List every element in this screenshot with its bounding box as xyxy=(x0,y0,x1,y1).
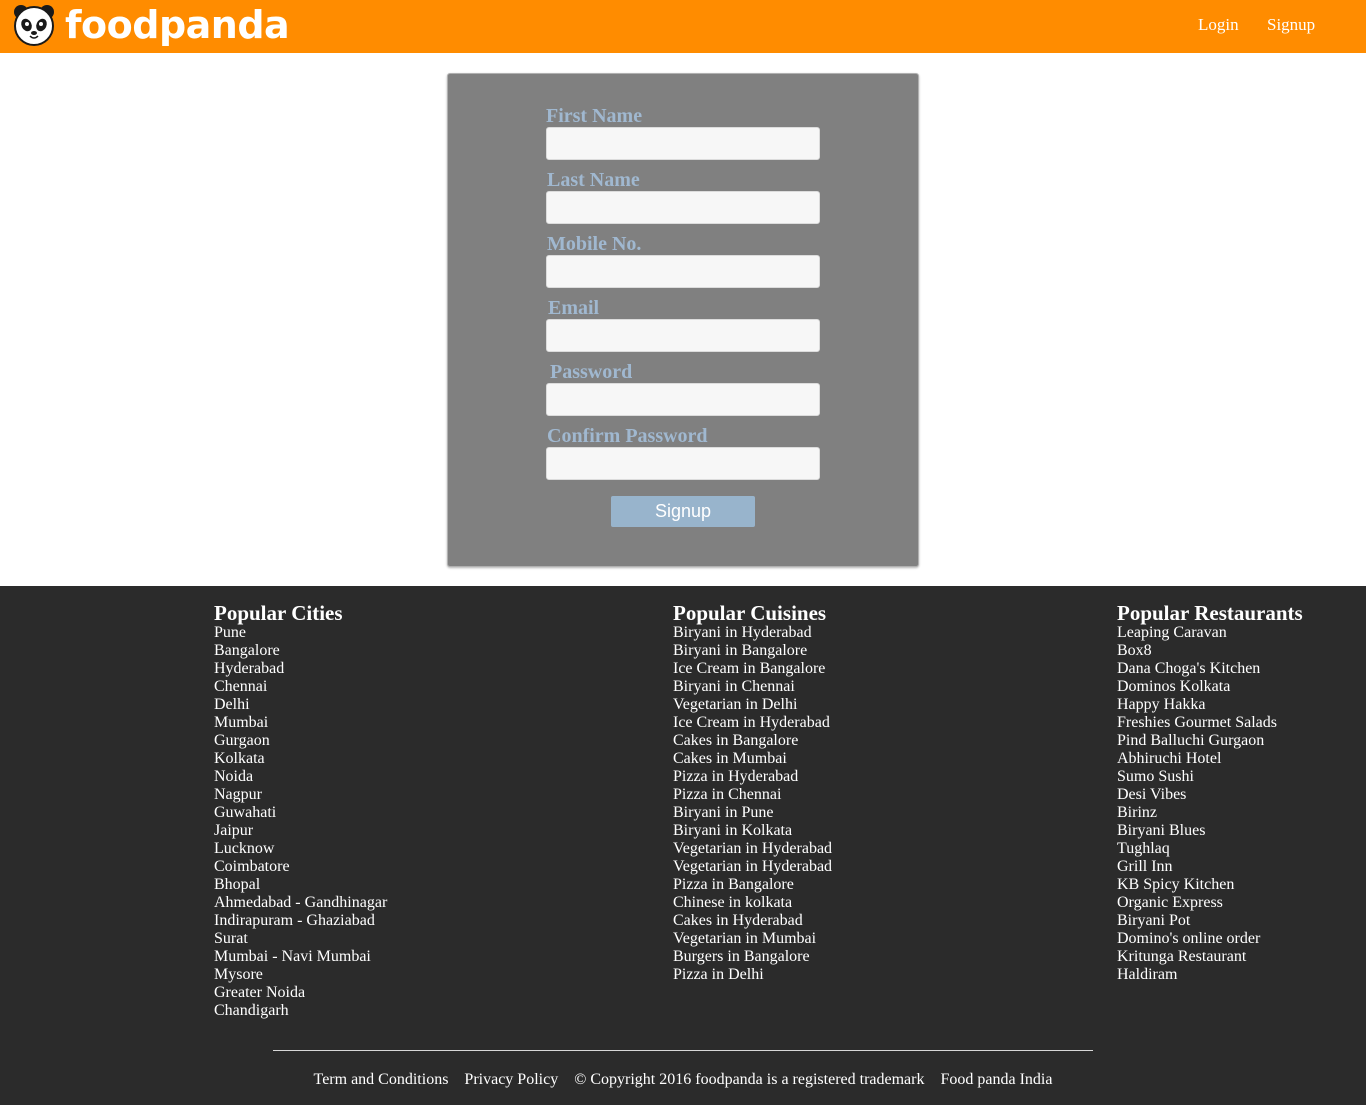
popular-cities-heading: Popular Cities xyxy=(214,601,343,625)
restaurant-link[interactable]: Freshies Gourmet Salads xyxy=(1117,714,1303,732)
restaurant-link[interactable]: Haldiram xyxy=(1117,966,1303,984)
city-link[interactable]: Bhopal xyxy=(214,876,387,894)
footer-divider xyxy=(273,1050,1093,1051)
foodpanda-india-link[interactable]: Food panda India xyxy=(940,1071,1052,1088)
cuisine-link[interactable]: Ice Cream in Bangalore xyxy=(673,660,832,678)
cuisine-link[interactable]: Pizza in Bangalore xyxy=(673,876,832,894)
city-link[interactable]: Mumbai - Navi Mumbai xyxy=(214,948,387,966)
cuisine-link[interactable]: Biryani in Hyderabad xyxy=(673,624,832,642)
footer-bottom-links: Term and Conditions Privacy Policy © Cop… xyxy=(0,1071,1366,1089)
cuisine-link[interactable]: Ice Cream in Hyderabad xyxy=(673,714,832,732)
footer: Popular Cities Pune Bangalore Hyderabad Che… xyxy=(0,586,1366,1105)
mobile-input[interactable] xyxy=(546,255,820,288)
city-link[interactable]: Surat xyxy=(214,930,387,948)
cuisine-link[interactable]: Pizza in Hyderabad xyxy=(673,768,832,786)
brand-name: foodpanda xyxy=(65,3,290,47)
restaurant-link[interactable]: Happy Hakka xyxy=(1117,696,1303,714)
confirm-password-input[interactable] xyxy=(546,447,820,480)
city-link[interactable]: Coimbatore xyxy=(214,858,387,876)
cuisine-link[interactable]: Pizza in Chennai xyxy=(673,786,832,804)
cuisine-link[interactable]: Biryani in Pune xyxy=(673,804,832,822)
popular-restaurants-section: Popular Restaurants Leaping Caravan Box8 D… xyxy=(1117,602,1303,984)
cuisine-link[interactable]: Vegetarian in Hyderabad xyxy=(673,858,832,876)
restaurant-link[interactable]: Dominos Kolkata xyxy=(1117,678,1303,696)
cuisine-link[interactable]: Burgers in Bangalore xyxy=(673,948,832,966)
restaurant-link[interactable]: Domino's online order xyxy=(1117,930,1303,948)
restaurant-link[interactable]: Kritunga Restaurant xyxy=(1117,948,1303,966)
copyright-text: © Copyright 2016 foodpanda is a register… xyxy=(574,1071,925,1088)
city-link[interactable]: Greater Noida xyxy=(214,984,387,1002)
cuisine-link[interactable]: Cakes in Bangalore xyxy=(673,732,832,750)
first-name-input[interactable] xyxy=(546,127,820,160)
signup-form: First Name Last Name Mobile No. Email Pa… xyxy=(447,73,919,567)
city-link[interactable]: Chandigarh xyxy=(214,1002,387,1020)
restaurant-link[interactable]: Pind Balluchi Gurgaon xyxy=(1117,732,1303,750)
cuisine-link[interactable]: Pizza in Delhi xyxy=(673,966,832,984)
email-input[interactable] xyxy=(546,319,820,352)
restaurant-link[interactable]: Biryani Pot xyxy=(1117,912,1303,930)
cuisine-link[interactable]: Cakes in Hyderabad xyxy=(673,912,832,930)
popular-cities-list: Pune Bangalore Hyderabad Chennai Delhi Mumbai… xyxy=(214,624,387,1020)
city-link[interactable]: Ahmedabad - Gandhinagar xyxy=(214,894,387,912)
popular-cuisines-section: Popular Cuisines Biryani in Hyderabad Bir… xyxy=(673,602,832,984)
popular-cuisines-list: Biryani in Hyderabad Biryani in Bangalore… xyxy=(673,624,832,984)
restaurant-link[interactable]: Dana Choga's Kitchen xyxy=(1117,660,1303,678)
cuisine-link[interactable]: Vegetarian in Delhi xyxy=(673,696,832,714)
popular-cuisines-heading: Popular Cuisines xyxy=(673,601,827,625)
restaurant-link[interactable]: Grill Inn xyxy=(1117,858,1303,876)
city-link[interactable]: Noida xyxy=(214,768,387,786)
restaurant-link[interactable]: Tughlaq xyxy=(1117,840,1303,858)
login-link[interactable]: Login xyxy=(1198,15,1239,35)
restaurant-link[interactable]: Box8 xyxy=(1117,642,1303,660)
city-link[interactable]: Bangalore xyxy=(214,642,387,660)
password-label: Password xyxy=(550,361,633,383)
brand-logo[interactable]: foodpanda xyxy=(12,2,290,48)
cuisine-link[interactable]: Biryani in Chennai xyxy=(673,678,832,696)
restaurant-link[interactable]: Abhiruchi Hotel xyxy=(1117,750,1303,768)
popular-restaurants-heading: Popular Restaurants xyxy=(1117,601,1303,625)
signup-link[interactable]: Signup xyxy=(1267,15,1315,35)
first-name-label: First Name xyxy=(546,105,643,127)
cuisine-link[interactable]: Cakes in Mumbai xyxy=(673,750,832,768)
city-link[interactable]: Jaipur xyxy=(214,822,387,840)
city-link[interactable]: Mysore xyxy=(214,966,387,984)
restaurant-link[interactable]: Leaping Caravan xyxy=(1117,624,1303,642)
restaurant-link[interactable]: Organic Express xyxy=(1117,894,1303,912)
cuisine-link[interactable]: Biryani in Kolkata xyxy=(673,822,832,840)
city-link[interactable]: Gurgaon xyxy=(214,732,387,750)
city-link[interactable]: Nagpur xyxy=(214,786,387,804)
last-name-label: Last Name xyxy=(547,169,640,191)
city-link[interactable]: Delhi xyxy=(214,696,387,714)
city-link[interactable]: Hyderabad xyxy=(214,660,387,678)
cuisine-link[interactable]: Vegetarian in Mumbai xyxy=(673,930,832,948)
cuisine-link[interactable]: Vegetarian in Hyderabad xyxy=(673,840,832,858)
city-link[interactable]: Lucknow xyxy=(214,840,387,858)
city-link[interactable]: Pune xyxy=(214,624,387,642)
mobile-label: Mobile No. xyxy=(547,233,642,255)
last-name-input[interactable] xyxy=(546,191,820,224)
popular-cities-section: Popular Cities Pune Bangalore Hyderabad Che… xyxy=(214,602,387,1020)
city-link[interactable]: Mumbai xyxy=(214,714,387,732)
restaurant-link[interactable]: KB Spicy Kitchen xyxy=(1117,876,1303,894)
restaurant-link[interactable]: Biryani Blues xyxy=(1117,822,1303,840)
restaurant-link[interactable]: Sumo Sushi xyxy=(1117,768,1303,786)
confirm-password-label: Confirm Password xyxy=(547,425,708,447)
top-navbar: foodpanda Login Signup xyxy=(0,0,1366,53)
restaurant-link[interactable]: Desi Vibes xyxy=(1117,786,1303,804)
terms-link[interactable]: Term and Conditions xyxy=(314,1071,449,1088)
privacy-link[interactable]: Privacy Policy xyxy=(464,1071,558,1088)
cuisine-link[interactable]: Chinese in kolkata xyxy=(673,894,832,912)
restaurant-link[interactable]: Birinz xyxy=(1117,804,1303,822)
cuisine-link[interactable]: Biryani in Bangalore xyxy=(673,642,832,660)
city-link[interactable]: Indirapuram - Ghaziabad xyxy=(214,912,387,930)
city-link[interactable]: Chennai xyxy=(214,678,387,696)
email-label: Email xyxy=(548,297,600,319)
panda-icon xyxy=(14,5,54,46)
popular-restaurants-list: Leaping Caravan Box8 Dana Choga's Kitchen D… xyxy=(1117,624,1303,984)
city-link[interactable]: Guwahati xyxy=(214,804,387,822)
signup-button[interactable]: Signup xyxy=(611,496,755,527)
city-link[interactable]: Kolkata xyxy=(214,750,387,768)
password-input[interactable] xyxy=(546,383,820,416)
